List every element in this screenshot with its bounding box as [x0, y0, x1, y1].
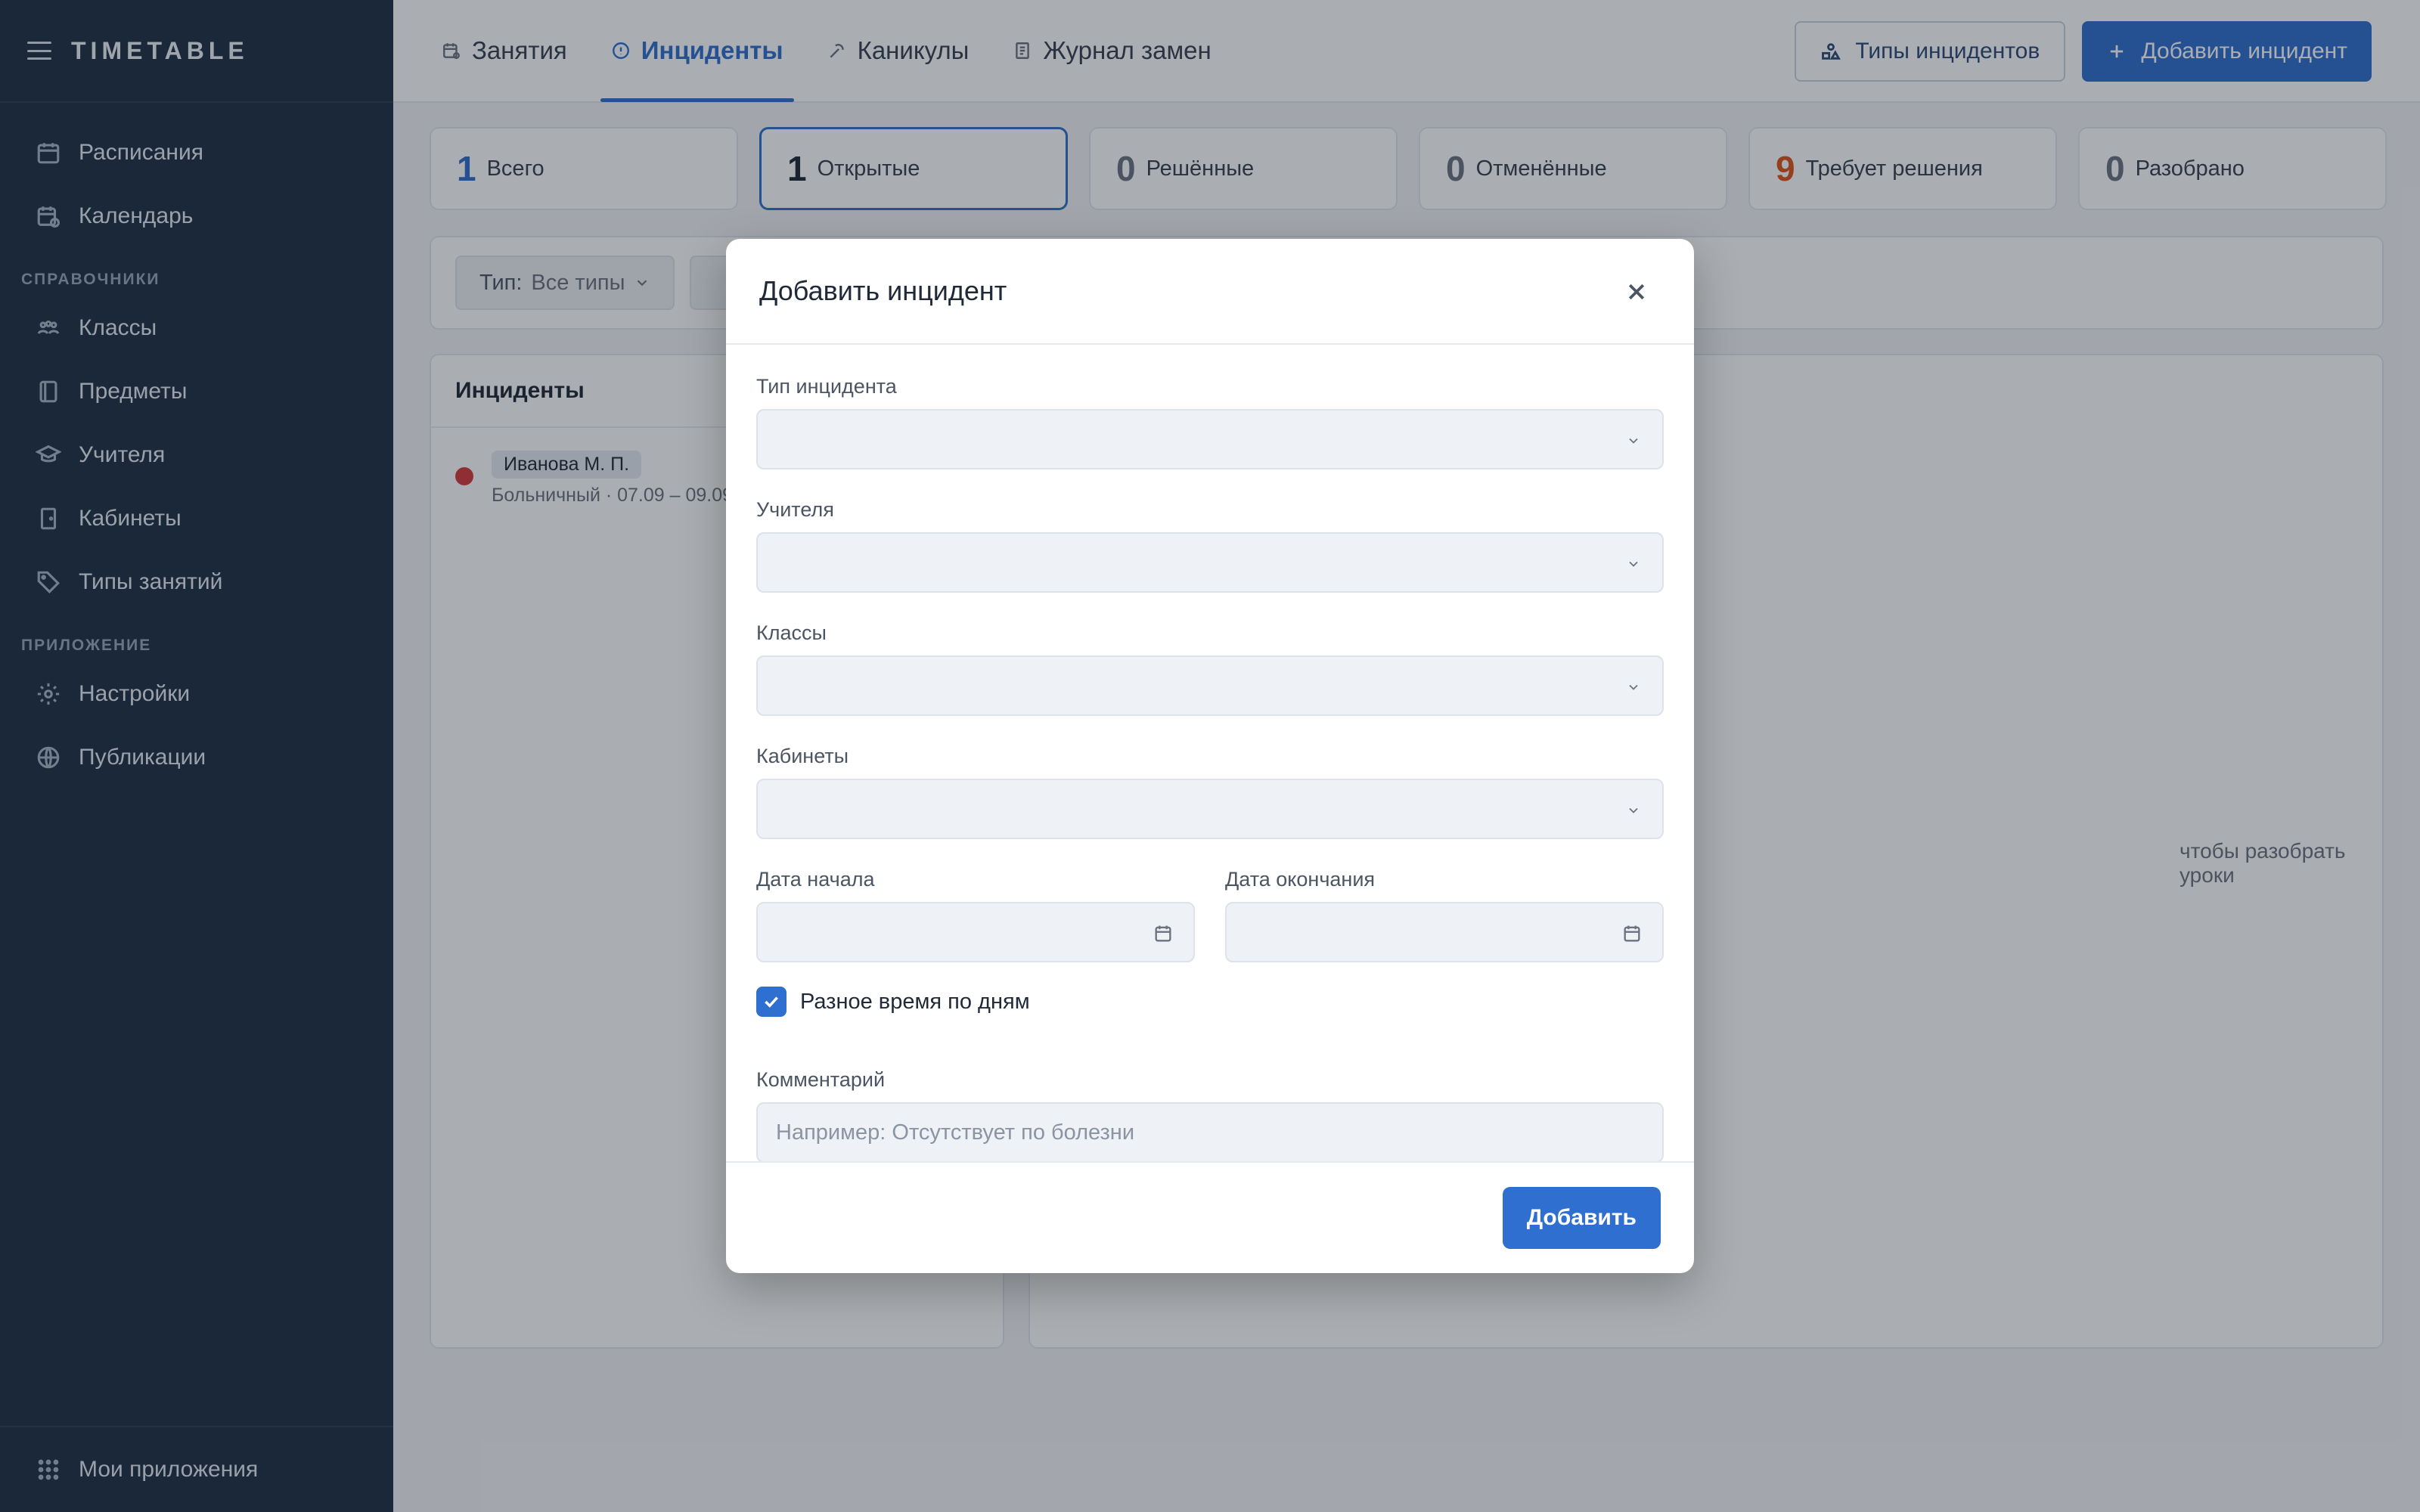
modal-footer: Добавить: [726, 1161, 1694, 1273]
teachers-label: Учителя: [756, 498, 834, 521]
submit-button[interactable]: Добавить: [1502, 1187, 1661, 1249]
close-icon: [1628, 284, 1645, 300]
chevron-down-icon: [1629, 438, 1638, 444]
teachers-select[interactable]: [756, 532, 1664, 593]
different-time-checkbox[interactable]: [756, 987, 786, 1017]
start-date-label: Дата начала: [756, 868, 875, 891]
rooms-select[interactable]: [756, 779, 1664, 839]
start-date-input[interactable]: [756, 902, 1195, 962]
end-date-group: Дата окончания: [1225, 868, 1664, 962]
modal-title: Добавить инцидент: [759, 275, 1007, 306]
calendar-icon: [1624, 925, 1640, 942]
check-icon: [765, 996, 778, 1008]
modal-header: Добавить инцидент: [726, 239, 1694, 345]
chevron-down-icon: [1629, 684, 1638, 690]
rooms-label: Кабинеты: [756, 745, 849, 767]
end-date-input[interactable]: [1225, 902, 1664, 962]
chevron-down-icon: [1629, 561, 1638, 567]
different-time-row: Разное время по дням: [756, 987, 1664, 1017]
close-button[interactable]: [1621, 277, 1652, 307]
comment-group: Комментарий: [756, 1068, 1664, 1163]
add-incident-modal: Добавить инцидент Тип инцидента Учителя …: [726, 239, 1694, 1273]
chevron-down-icon: [1629, 807, 1638, 813]
incident-type-label: Тип инцидента: [756, 375, 897, 398]
incident-type-select[interactable]: [756, 409, 1664, 469]
start-date-group: Дата начала: [756, 868, 1195, 962]
date-row: Дата начала Дата окончания: [756, 868, 1664, 962]
end-date-label: Дата окончания: [1225, 868, 1376, 891]
classes-select[interactable]: [756, 655, 1664, 716]
calendar-icon: [1155, 925, 1171, 942]
modal-body: Тип инцидента Учителя Классы Кабинеты Да…: [726, 345, 1694, 1163]
classes-label: Классы: [756, 621, 827, 644]
comment-input[interactable]: [756, 1102, 1664, 1163]
comment-label: Комментарий: [756, 1068, 886, 1091]
different-time-label: Разное время по дням: [800, 989, 1030, 1014]
